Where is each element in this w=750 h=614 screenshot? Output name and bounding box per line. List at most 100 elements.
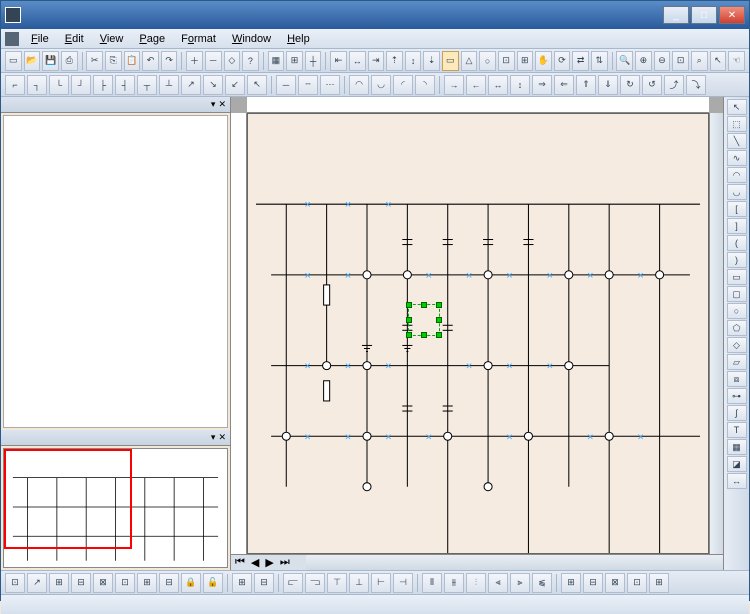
rect-tool[interactable]: ▭ [727,269,747,285]
bt-size5[interactable]: ⊞ [649,573,669,593]
bt-3[interactable]: ⊞ [49,573,69,593]
conn-9-button[interactable]: ↗ [181,75,201,95]
arrow-11-button[interactable]: ⤴ [664,75,684,95]
conn-3-button[interactable]: └ [49,75,69,95]
align-middle-button[interactable]: ↕ [405,51,422,71]
arrow-12-button[interactable]: ⤵ [686,75,706,95]
vertical-scrollbar[interactable] [709,113,723,554]
crop-tool-button[interactable]: ⊡ [498,51,515,71]
conn-8-button[interactable]: ┴ [159,75,179,95]
arrow-2-button[interactable]: ← [466,75,486,95]
toolbox-close-icon[interactable]: ✕ [218,99,226,110]
undo-button[interactable]: ↶ [142,51,159,71]
bt-al2[interactable]: ⫎ [305,573,325,593]
close-button[interactable]: ✕ [719,6,745,24]
bt-6[interactable]: ⊡ [115,573,135,593]
bt-dist5[interactable]: ⫸ [510,573,530,593]
conn-7-button[interactable]: ┬ [137,75,157,95]
zoom-fit-button[interactable]: ⊡ [672,51,689,71]
conn-2-button[interactable]: ┐ [27,75,47,95]
group-button[interactable]: ⊞ [517,51,534,71]
zoom-plus-button[interactable]: ⊕ [635,51,652,71]
menu-file[interactable]: File [23,31,57,47]
link-tool[interactable]: ⧈ [727,371,747,387]
connector-tool[interactable]: ⊶ [727,388,747,404]
conn-12-button[interactable]: ↖ [247,75,267,95]
pointer-button[interactable]: ↖ [710,51,727,71]
menu-page[interactable]: Page [131,31,173,47]
rounded-rect-tool[interactable]: ▢ [727,286,747,302]
bt-al4[interactable]: ⊥ [349,573,369,593]
flip-v-button[interactable]: ⇅ [591,51,608,71]
print-button[interactable]: ⎙ [61,51,78,71]
bt-1[interactable]: ⊡ [5,573,25,593]
ole-tool[interactable]: ◪ [727,456,747,472]
ellipse-tool[interactable]: ○ [727,303,747,319]
align-top-button[interactable]: ⇡ [386,51,403,71]
circle-tool-button[interactable]: ○ [479,51,496,71]
bt-group[interactable]: ⊞ [232,573,252,593]
arrow-7-button[interactable]: ⇑ [576,75,596,95]
zoom-in-button[interactable]: ＋ [186,51,203,71]
bt-dist2[interactable]: ⫵ [444,573,464,593]
drawing-canvas[interactable]: ××× ×××××××× ×××××× ××××××× [247,113,709,554]
align-bottom-button[interactable]: ⇣ [423,51,440,71]
bt-dist1[interactable]: ⫴ [422,573,442,593]
align-left-button[interactable]: ⇤ [330,51,347,71]
text-tool[interactable]: T [727,422,747,438]
line-style-1[interactable]: ─ [276,75,296,95]
bt-size2[interactable]: ⊟ [583,573,603,593]
arc-4-button[interactable]: ◝ [415,75,435,95]
arrow-1-button[interactable]: → [444,75,464,95]
bt-al1[interactable]: ⫍ [283,573,303,593]
arc-1-button[interactable]: ◠ [349,75,369,95]
selection-box[interactable] [408,304,440,336]
parallelogram-tool[interactable]: ▱ [727,354,747,370]
dim-tool[interactable]: ↔ [727,473,747,489]
open-button[interactable]: 📂 [24,51,41,71]
curve-tool[interactable]: ∫ [727,405,747,421]
bt-4[interactable]: ⊟ [71,573,91,593]
toolbox-pin-icon[interactable]: ▾ [211,99,216,110]
pan-canvas[interactable] [3,448,228,568]
arrow-5-button[interactable]: ⇒ [532,75,552,95]
triangle-tool-button[interactable]: △ [461,51,478,71]
bt-al5[interactable]: ⊢ [371,573,391,593]
bt-7[interactable]: ⊞ [137,573,157,593]
arrow-10-button[interactable]: ↺ [642,75,662,95]
bt-5[interactable]: ⊠ [93,573,113,593]
bt-lock[interactable]: 🔒 [181,573,201,593]
arc-tool[interactable]: ◠ [727,167,747,183]
bt-ungroup[interactable]: ⊟ [254,573,274,593]
bt-al6[interactable]: ⊣ [393,573,413,593]
maximize-button[interactable]: □ [691,6,717,24]
snap-button[interactable]: ⊞ [286,51,303,71]
zoom-sel-button[interactable]: ⌕ [691,51,708,71]
arrow-6-button[interactable]: ⇐ [554,75,574,95]
conn-4-button[interactable]: ┘ [71,75,91,95]
pointer-tool[interactable]: ↖ [727,99,747,115]
new-button[interactable]: ▭ [5,51,22,71]
hand-button[interactable]: ☜ [728,51,745,71]
bt-size4[interactable]: ⊡ [627,573,647,593]
help-button[interactable]: ? [242,51,259,71]
menu-view[interactable]: View [92,31,132,47]
conn-5-button[interactable]: ├ [93,75,113,95]
page-last-icon[interactable]: ⏭ [280,556,290,569]
horizontal-scrollbar[interactable] [306,555,723,570]
arrow-8-button[interactable]: ⇓ [598,75,618,95]
zoom-minus-button[interactable]: ⊖ [654,51,671,71]
line-style-3[interactable]: ⋯ [320,75,340,95]
flip-h-button[interactable]: ⇄ [572,51,589,71]
conn-10-button[interactable]: ↘ [203,75,223,95]
rotate-button[interactable]: ⟳ [554,51,571,71]
diamond-tool[interactable]: ◇ [727,337,747,353]
guides-button[interactable]: ┼ [305,51,322,71]
bracket-l-tool[interactable]: [ [727,201,747,217]
polyline-tool[interactable]: ∿ [727,150,747,166]
bt-al3[interactable]: ⊤ [327,573,347,593]
paren-r-tool[interactable]: ) [727,252,747,268]
arrow-4-button[interactable]: ↕ [510,75,530,95]
align-right-button[interactable]: ⇥ [368,51,385,71]
image-tool[interactable]: ▦ [727,439,747,455]
